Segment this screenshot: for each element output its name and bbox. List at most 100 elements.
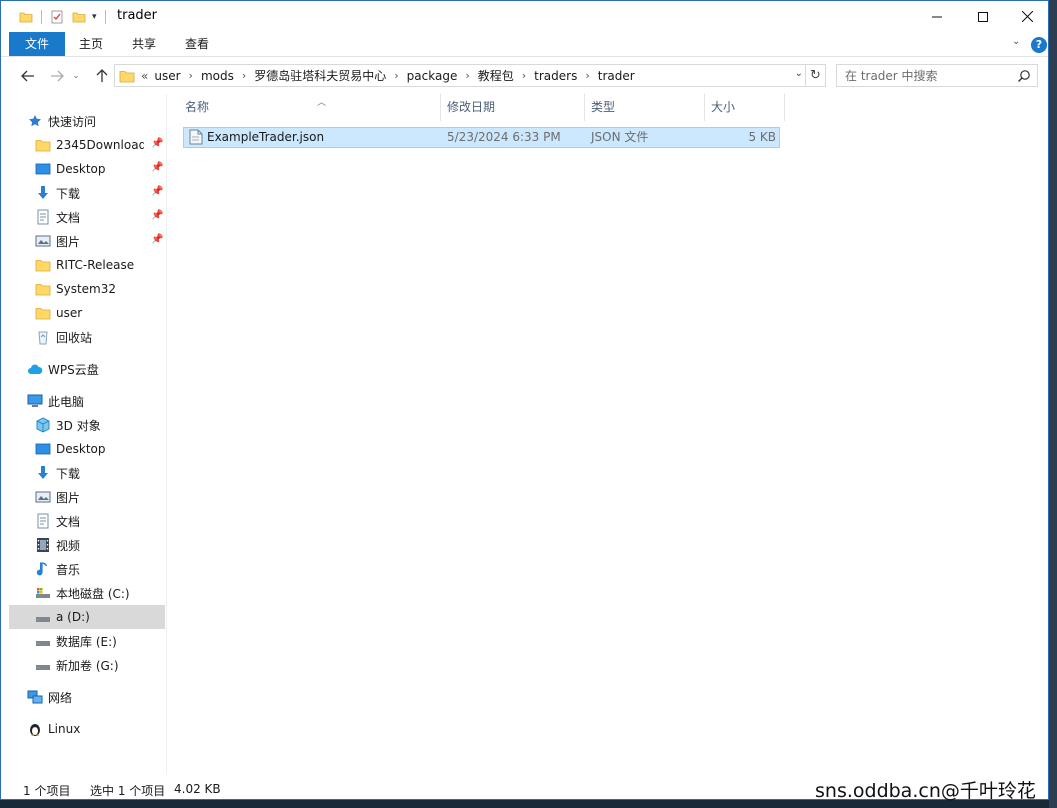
nav-item-pc-downloads[interactable]: 下载	[35, 461, 165, 485]
maximize-button[interactable]	[960, 1, 1006, 32]
minimize-button[interactable]	[914, 1, 960, 32]
refresh-button[interactable]: ↻	[806, 64, 826, 87]
title-bar: ▾ trader	[1, 1, 1048, 32]
search-input[interactable]	[837, 65, 1013, 86]
tab-view[interactable]: 查看	[175, 32, 219, 56]
toolbar-separator	[41, 10, 42, 24]
breadcrumb-trade-center[interactable]: 罗德岛驻塔科夫贸易中心	[254, 67, 386, 84]
nav-item-videos[interactable]: 视频	[35, 533, 165, 557]
recent-locations-button[interactable]: ⌄	[69, 66, 83, 86]
column-label: 类型	[591, 100, 616, 114]
breadcrumb-mods[interactable]: mods	[201, 69, 234, 83]
nav-item-recycle-bin[interactable]: 回收站	[35, 325, 165, 349]
nav-label: Desktop	[56, 442, 106, 456]
nav-item-drive-d[interactable]: a (D:)	[9, 605, 165, 629]
breadcrumb-tutorial-pack[interactable]: 教程包	[478, 67, 514, 84]
nav-label: user	[56, 306, 83, 320]
nav-item-pc-documents[interactable]: 文档	[35, 509, 165, 533]
forward-button[interactable]	[47, 66, 67, 86]
nav-label: a (D:)	[56, 610, 90, 624]
nav-network[interactable]: 网络	[27, 685, 183, 709]
nav-label: 音乐	[56, 562, 81, 577]
desktop-background-strip	[1049, 0, 1057, 808]
pictures-icon	[35, 233, 51, 249]
nav-item-system32[interactable]: System32	[35, 277, 165, 301]
tab-share[interactable]: 共享	[122, 32, 166, 56]
arrow-left-icon	[21, 70, 34, 82]
desktop-icon	[35, 441, 51, 457]
star-icon	[27, 113, 43, 129]
nav-item-pc-pictures[interactable]: 图片	[35, 485, 165, 509]
nav-item-drive-e[interactable]: 数据库 (E:)	[35, 629, 165, 653]
folder-icon	[35, 137, 51, 153]
nav-wps-cloud[interactable]: WPS云盘	[27, 357, 183, 381]
back-button[interactable]	[18, 66, 38, 86]
file-size: 5 KB	[748, 130, 776, 144]
chevron-right-icon[interactable]: ›	[242, 69, 246, 82]
column-header-type[interactable]: 类型	[585, 94, 705, 121]
chevron-right-icon[interactable]: ›	[522, 69, 526, 82]
nav-item-pc-desktop[interactable]: Desktop	[35, 437, 165, 461]
column-header-name[interactable]: 名称 ︿	[179, 94, 441, 121]
nav-linux[interactable]: Linux	[27, 717, 183, 741]
nav-item-pictures[interactable]: 图片 📌	[35, 229, 165, 253]
nav-item-ritc-release[interactable]: RITC-Release	[35, 253, 165, 277]
breadcrumb-user[interactable]: user	[154, 69, 180, 83]
folder-icon	[35, 305, 51, 321]
close-button[interactable]	[1004, 1, 1048, 32]
file-name: ExampleTrader.json	[207, 130, 325, 144]
pictures-icon	[35, 489, 51, 505]
nav-item-music[interactable]: 音乐	[35, 557, 165, 581]
nav-item-downloads[interactable]: 下载 📌	[35, 181, 165, 205]
file-row[interactable]: ExampleTrader.json 5/23/2024 6:33 PM JSO…	[183, 127, 780, 148]
nav-item-2345downloads[interactable]: 2345Downloads 📌	[35, 133, 165, 157]
breadcrumb-trader[interactable]: trader	[598, 69, 635, 83]
nav-this-pc[interactable]: 此电脑	[27, 389, 183, 413]
address-dropdown-icon[interactable]: ⌄	[795, 68, 803, 79]
search-icon[interactable]	[1017, 69, 1031, 83]
refresh-icon: ↻	[810, 68, 821, 83]
file-date: 5/23/2024 6:33 PM	[447, 130, 561, 144]
nav-label: 新加卷 (G:)	[56, 658, 119, 673]
chevron-right-icon[interactable]: ›	[465, 69, 469, 82]
nav-label: 图片	[56, 234, 81, 249]
address-bar[interactable]: « user › mods › 罗德岛驻塔科夫贸易中心 › package › …	[114, 64, 806, 87]
column-header-size[interactable]: 大小	[705, 94, 785, 121]
nav-label: 下载	[56, 466, 81, 481]
navigation-pane: 快速访问 2345Downloads 📌 Desktop 📌 下载 📌 文档 📌…	[1, 94, 167, 775]
chevron-right-icon[interactable]: ›	[394, 69, 398, 82]
nav-item-3d-objects[interactable]: 3D 对象	[35, 413, 165, 437]
chevron-right-icon[interactable]: ›	[189, 69, 193, 82]
arrow-up-icon	[96, 69, 108, 82]
breadcrumb-package[interactable]: package	[407, 69, 458, 83]
pin-icon[interactable]: 📌	[151, 162, 163, 174]
nav-item-drive-c[interactable]: 本地磁盘 (C:)	[35, 581, 165, 605]
breadcrumb-traders[interactable]: traders	[534, 69, 577, 83]
nav-label: 文档	[56, 514, 81, 529]
pin-icon[interactable]: 📌	[151, 138, 163, 150]
properties-icon[interactable]	[50, 10, 64, 24]
breadcrumb-overflow[interactable]: «	[141, 69, 148, 83]
nav-item-drive-g[interactable]: 新加卷 (G:)	[35, 653, 165, 677]
chevron-right-icon[interactable]: ›	[585, 69, 589, 82]
nav-label: Linux	[48, 722, 81, 736]
file-type: JSON 文件	[591, 130, 649, 144]
customize-toolbar-icon[interactable]: ▾	[92, 12, 97, 22]
help-icon[interactable]: ?	[1031, 37, 1047, 53]
tab-home[interactable]: 主页	[69, 32, 113, 56]
tab-file[interactable]: 文件	[9, 32, 65, 56]
column-header-date[interactable]: 修改日期	[441, 94, 585, 121]
status-selected: 选中 1 个项目	[90, 784, 166, 798]
nav-item-documents[interactable]: 文档 📌	[35, 205, 165, 229]
document-icon	[35, 209, 51, 225]
new-folder-icon[interactable]	[72, 10, 86, 24]
nav-quick-access[interactable]: 快速访问	[27, 109, 183, 133]
nav-item-user[interactable]: user	[35, 301, 165, 325]
pin-icon[interactable]: 📌	[151, 186, 163, 198]
nav-item-desktop[interactable]: Desktop 📌	[35, 157, 165, 181]
column-label: 修改日期	[447, 100, 496, 114]
up-button[interactable]	[92, 66, 112, 86]
pin-icon[interactable]: 📌	[151, 210, 163, 222]
expand-ribbon-icon[interactable]: ⌄	[1012, 36, 1020, 47]
pin-icon[interactable]: 📌	[151, 234, 163, 246]
